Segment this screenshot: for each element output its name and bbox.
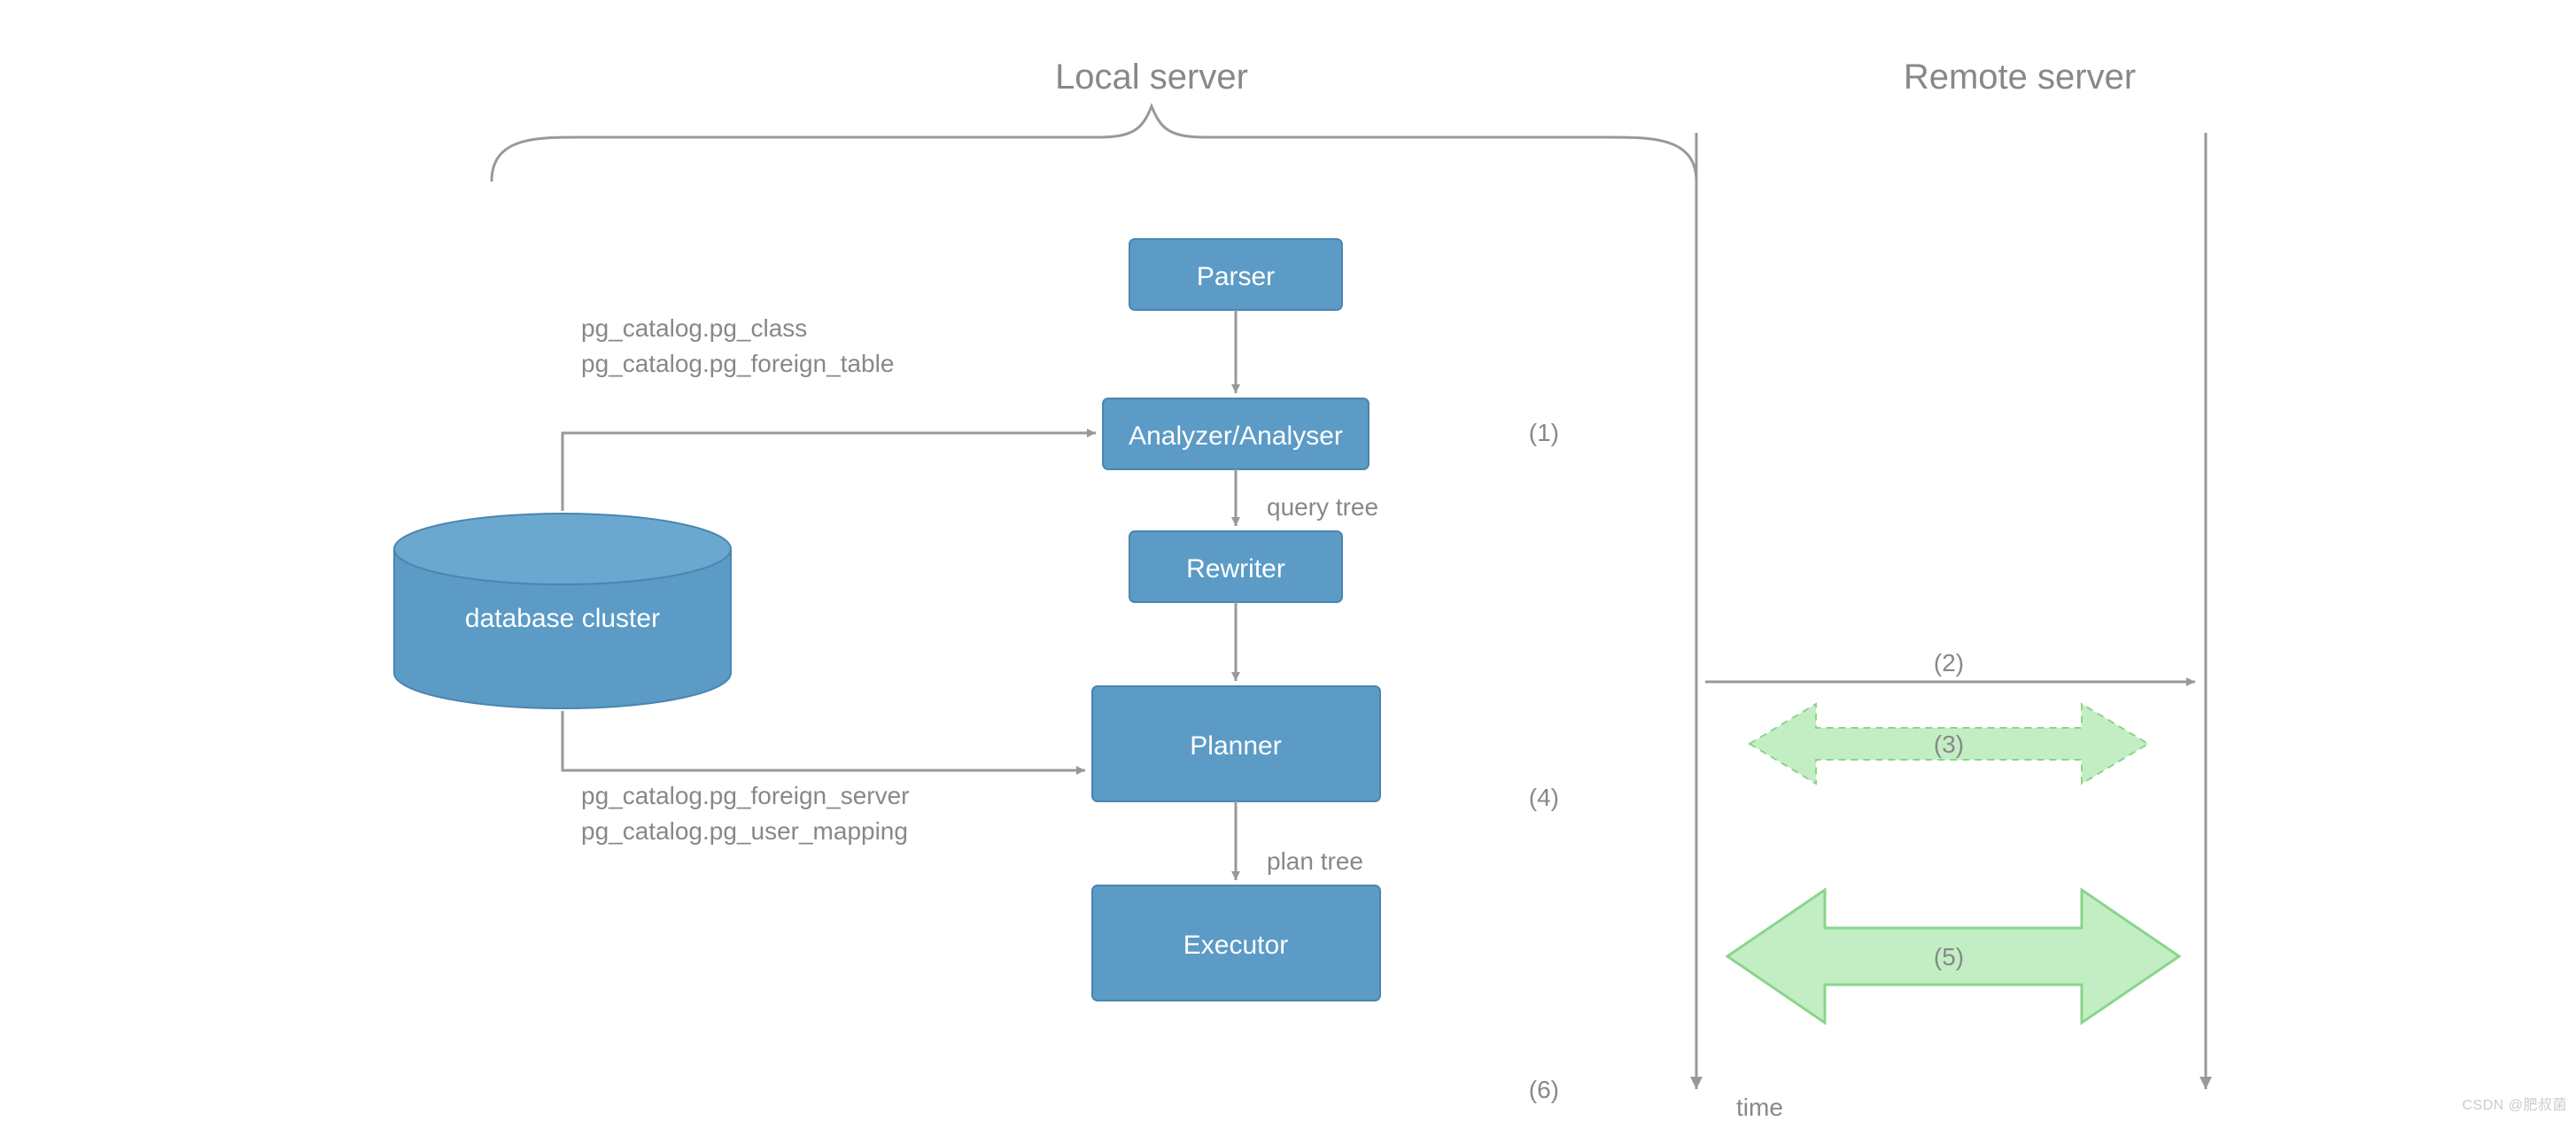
diagram-canvas: Local server Remote server time Parser A… <box>0 0 2576 1121</box>
step-5: (5) <box>1934 943 1964 970</box>
brace-local <box>492 106 1696 182</box>
box-rewriter-label: Rewriter <box>1186 554 1285 584</box>
catalog-planner-2: pg_catalog.pg_user_mapping <box>581 817 908 845</box>
heading-local: Local server <box>1055 58 1248 97</box>
axis-time-label: time <box>1736 1094 1783 1121</box>
step-3: (3) <box>1934 731 1964 758</box>
cylinder-database: database cluster <box>394 514 731 708</box>
step-1: (1) <box>1529 419 1559 446</box>
watermark: CSDN @肥叔菌 <box>2462 1093 2567 1114</box>
step-6: (6) <box>1529 1076 1559 1103</box>
box-planner-label: Planner <box>1190 731 1281 761</box>
box-parser-label: Parser <box>1197 262 1275 291</box>
box-analyzer-label: Analyzer/Analyser <box>1129 421 1343 451</box>
catalog-planner-1: pg_catalog.pg_foreign_server <box>581 782 909 809</box>
double-arrow-step-5: (5) <box>1727 890 2179 1023</box>
arrow-db-analyzer <box>563 433 1096 511</box>
catalog-analyzer-2: pg_catalog.pg_foreign_table <box>581 350 894 377</box>
cylinder-label: database cluster <box>465 604 660 633</box>
arrow-db-planner <box>563 711 1085 770</box>
step-2: (2) <box>1934 649 1964 676</box>
double-arrow-step-3: (3) <box>1750 704 2148 784</box>
label-query-tree: query tree <box>1267 493 1378 521</box>
step-4: (4) <box>1529 784 1559 811</box>
box-executor-label: Executor <box>1183 931 1288 960</box>
label-plan-tree: plan tree <box>1267 847 1363 875</box>
catalog-analyzer-1: pg_catalog.pg_class <box>581 314 807 342</box>
heading-remote: Remote server <box>1904 58 2136 97</box>
